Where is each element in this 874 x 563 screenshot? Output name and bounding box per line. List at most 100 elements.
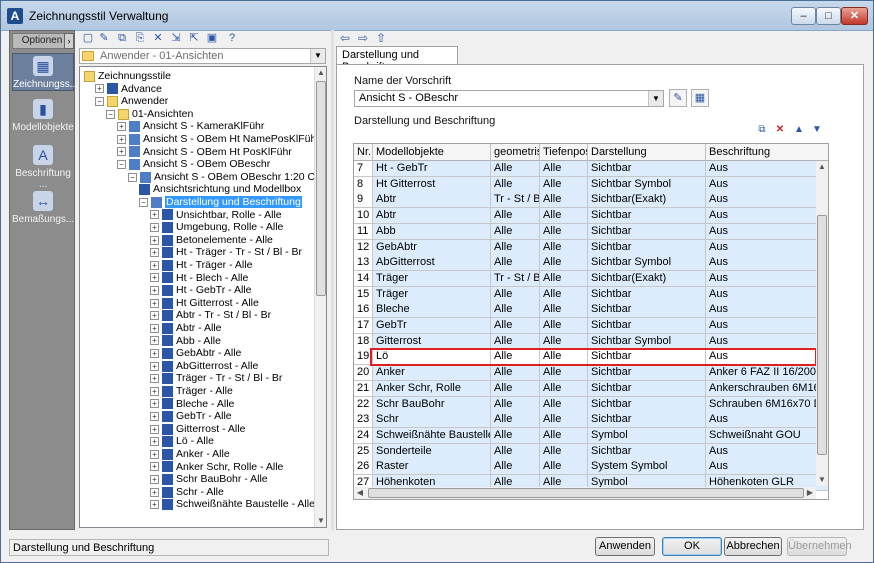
- table-cell[interactable]: AbGitterrost: [373, 255, 491, 272]
- table-cell[interactable]: Alle: [540, 443, 588, 460]
- move-up-icon[interactable]: ▲: [793, 124, 805, 136]
- table-cell[interactable]: Bleche: [373, 302, 491, 319]
- scroll-up-icon[interactable]: ▲: [816, 161, 828, 173]
- tree-item[interactable]: + Abtr - Tr - St / Bl - Br: [150, 309, 271, 322]
- table-cell[interactable]: Aus: [706, 412, 828, 429]
- table-cell[interactable]: Sichtbar: [588, 396, 706, 413]
- expand-icon[interactable]: +: [150, 487, 159, 497]
- table-cell[interactable]: Alle: [491, 443, 540, 460]
- tree-item[interactable]: − Ansicht S - OBem OBeschr 1:20 CO: [128, 171, 323, 184]
- expand-icon[interactable]: +: [95, 84, 104, 94]
- table-cell[interactable]: Sichtbar Symbol: [588, 333, 706, 350]
- table-cell[interactable]: Alle: [540, 223, 588, 240]
- splitter[interactable]: [331, 30, 334, 530]
- tree-item[interactable]: + Abtr - Alle: [150, 322, 222, 335]
- table-cell[interactable]: 10: [354, 208, 373, 225]
- tree-item[interactable]: + Schweißnähte Baustelle - Alle: [150, 498, 315, 511]
- table-cell[interactable]: Alle: [491, 318, 540, 334]
- collapse-icon[interactable]: −: [95, 96, 104, 106]
- tree-item[interactable]: + Ht - Träger - Alle: [150, 259, 252, 272]
- table-cell[interactable]: Aus: [706, 270, 828, 287]
- ok-button[interactable]: OK: [662, 537, 722, 556]
- table-cell[interactable]: Alle: [540, 412, 588, 429]
- table-cell[interactable]: Tr - St / Bl - Br: [491, 270, 540, 287]
- table-cell[interactable]: 25: [354, 443, 373, 460]
- table-cell[interactable]: Alle: [491, 412, 540, 429]
- expand-icon[interactable]: +: [150, 386, 159, 396]
- table-cell[interactable]: Aus: [706, 333, 828, 350]
- table-cell[interactable]: Schr BauBohr: [373, 396, 491, 413]
- table-cell[interactable]: 23: [354, 412, 373, 429]
- table-row[interactable]: 26 Raster Alle Alle System Symbol Aus: [354, 459, 828, 476]
- expand-icon[interactable]: +: [150, 462, 159, 472]
- tree-item[interactable]: + GebAbtr - Alle: [150, 347, 241, 360]
- table-cell[interactable]: Sichtbar Symbol: [588, 176, 706, 193]
- tree-item[interactable]: + Schr BauBohr - Alle: [150, 473, 268, 486]
- table-cell[interactable]: 15: [354, 286, 373, 303]
- table-cell[interactable]: Alle: [491, 208, 540, 225]
- folder-icon[interactable]: ▣: [205, 31, 219, 45]
- up-arrow-icon[interactable]: ⇧: [374, 31, 388, 45]
- table-cell[interactable]: GebTr: [373, 318, 491, 334]
- table-cell[interactable]: Schrauben 6M16x70 DIN 6: [706, 396, 828, 413]
- apply-button[interactable]: Anwenden: [595, 537, 655, 556]
- table-cell[interactable]: Anker: [373, 365, 491, 382]
- back-arrow-icon[interactable]: ⇦: [338, 31, 352, 45]
- table-cell[interactable]: Sichtbar: [588, 365, 706, 382]
- tree-item[interactable]: Ansichtsrichtung und Modellbox: [139, 183, 301, 196]
- table-cell[interactable]: Alle: [540, 208, 588, 225]
- table-cell[interactable]: Sichtbar: [588, 223, 706, 240]
- table-row[interactable]: 14TrägerTr - St / Bl - BrAlleSichtbar(Ex…: [354, 270, 828, 287]
- edit-rule-icon[interactable]: ✎: [669, 89, 687, 107]
- paste-icon[interactable]: ⎘: [133, 31, 147, 45]
- tree-item[interactable]: − Anwender: [95, 95, 168, 108]
- tree-item[interactable]: + Anker Schr, Rolle - Alle: [150, 461, 283, 474]
- table-cell[interactable]: Schr: [373, 412, 491, 429]
- expand-icon[interactable]: +: [150, 424, 159, 434]
- tree-item[interactable]: Zeichnungsstile: [84, 70, 171, 83]
- expand-icon[interactable]: +: [150, 411, 159, 421]
- table-cell[interactable]: Alle: [540, 239, 588, 256]
- option-annotation[interactable]: A Beschriftung ...: [12, 145, 74, 190]
- tree-item[interactable]: + Schr - Alle: [150, 486, 224, 499]
- table-row[interactable]: 19 Lö Alle Alle Sichtbar Aus: [354, 349, 828, 366]
- table-cell[interactable]: Alle: [491, 365, 540, 382]
- table-cell[interactable]: Aus: [706, 208, 828, 225]
- table-cell[interactable]: Abb: [373, 223, 491, 240]
- table-cell[interactable]: Sichtbar: [588, 349, 706, 366]
- expand-icon[interactable]: +: [117, 134, 126, 144]
- expand-icon[interactable]: +: [150, 210, 159, 220]
- delete-row-icon[interactable]: ✕: [774, 124, 786, 136]
- expand-icon[interactable]: +: [150, 399, 159, 409]
- tree-item[interactable]: − Ansicht S - OBem OBeschr: [117, 158, 270, 171]
- table-cell[interactable]: Aus: [706, 223, 828, 240]
- chevron-down-icon[interactable]: ▼: [310, 49, 325, 63]
- style-tree[interactable]: Zeichnungsstile + Advance − Anwender −01-Ansi…: [79, 66, 327, 528]
- table-cell[interactable]: Alle: [540, 302, 588, 319]
- table-cell[interactable]: Aus: [706, 255, 828, 272]
- tree-item[interactable]: + Ansicht S - OBem Ht PosKlFühr: [117, 146, 292, 159]
- table-cell[interactable]: Alle: [491, 239, 540, 256]
- rule-table-icon[interactable]: ▦: [691, 89, 709, 107]
- table-cell[interactable]: Sichtbar: [588, 302, 706, 319]
- table-cell[interactable]: 18: [354, 333, 373, 350]
- table-cell[interactable]: 19: [354, 349, 373, 366]
- table-cell[interactable]: Träger: [373, 270, 491, 287]
- table-row[interactable]: 10 Abtr Alle Alle Sichtbar Aus: [354, 208, 828, 225]
- tree-item[interactable]: + Träger - Alle: [150, 385, 233, 398]
- cancel-button[interactable]: Abbrechen: [724, 537, 782, 556]
- tree-item[interactable]: − Darstellung und Beschriftung: [139, 196, 302, 209]
- tree-item[interactable]: + AbGitterrost - Alle: [150, 360, 258, 373]
- tree-item[interactable]: + Ht - Blech - Alle: [150, 272, 248, 285]
- table-cell[interactable]: Alle: [540, 427, 588, 444]
- table-cell[interactable]: Ankerschrauben 6M16x70: [706, 380, 828, 397]
- column-header[interactable]: Nr.: [354, 144, 373, 161]
- table-cell[interactable]: Alle: [540, 161, 588, 177]
- tree-item[interactable]: + Anker - Alle: [150, 448, 230, 461]
- table-row[interactable]: 13 AbGitterrost Alle Alle Sichtbar Symbol Aus: [354, 255, 828, 272]
- tree-item[interactable]: + Ht Gitterrost - Alle: [150, 297, 259, 310]
- table-cell[interactable]: Alle: [540, 365, 588, 382]
- new-style-icon[interactable]: ▢: [81, 31, 95, 45]
- table-cell[interactable]: Aus: [706, 286, 828, 303]
- table-row[interactable]: 16 Bleche Alle Alle Sichtbar Aus: [354, 302, 828, 319]
